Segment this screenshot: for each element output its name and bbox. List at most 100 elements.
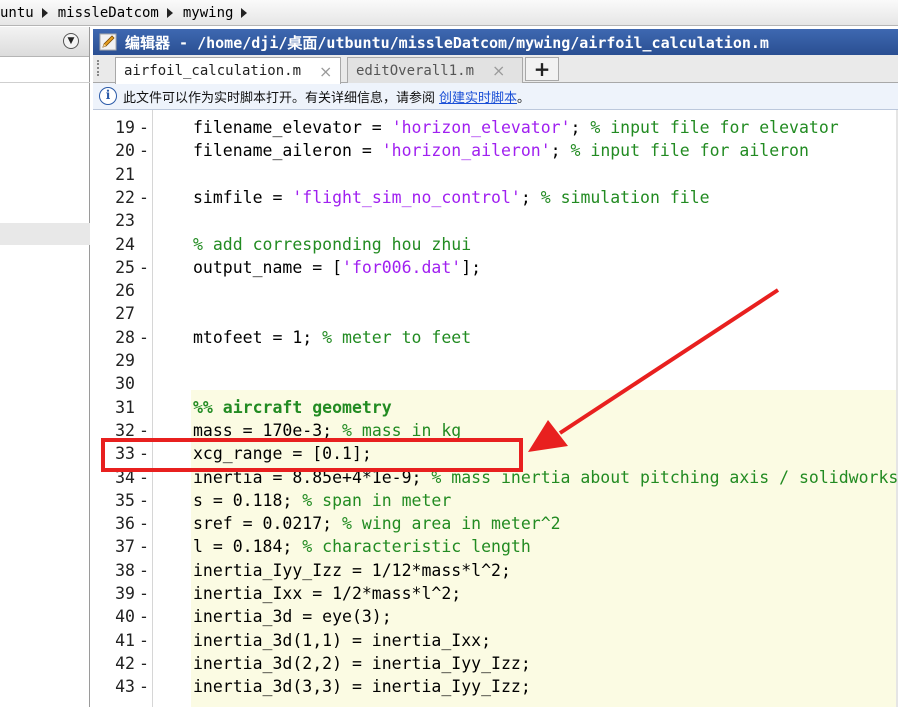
breakpoint-marker[interactable]: - xyxy=(139,489,149,512)
close-icon[interactable]: ⨯ xyxy=(319,62,332,81)
add-tab-button[interactable]: + xyxy=(525,57,559,81)
breadcrumb-item-ubuntu[interactable]: untu xyxy=(0,5,34,21)
create-live-script-link[interactable]: 创建实时脚本 xyxy=(439,87,517,106)
code-area[interactable]: 19- filename_elevator = 'horizon_elevator… xyxy=(93,110,898,707)
code-line[interactable]: 21 xyxy=(93,163,898,186)
code-token: ; xyxy=(570,118,591,137)
tab-edit-overall[interactable]: editOverall1.m ⨯ xyxy=(347,57,523,83)
breakpoint-marker[interactable]: - xyxy=(139,256,149,279)
code-line[interactable]: 42- inertia_3d(2,2) = inertia_Iyy_Izz; xyxy=(93,652,898,675)
code-text: inertia_3d(3,3) = inertia_Iyy_Izz; xyxy=(193,675,531,698)
breakpoint-marker[interactable]: - xyxy=(139,512,149,535)
code-string: 'horizon_aileron' xyxy=(381,141,551,161)
breadcrumb-item-missledatcom[interactable]: missleDatcom xyxy=(58,5,159,21)
line-number: 30 xyxy=(115,374,135,394)
code-token: mtofeet = 1; xyxy=(193,327,323,347)
code-comment: % input file for elevator xyxy=(590,118,839,137)
chevron-down-icon[interactable]: ▼ xyxy=(63,33,79,49)
breakpoint-marker[interactable]: - xyxy=(139,675,149,698)
divider xyxy=(0,82,90,83)
line-number: 20 xyxy=(115,141,135,161)
line-number: 31 xyxy=(115,397,135,417)
line-number: 22 xyxy=(115,187,135,207)
code-line[interactable]: 26 xyxy=(93,279,898,302)
code-token: filename_elevator = xyxy=(193,118,392,137)
code-line[interactable]: 31 %% aircraft geometry xyxy=(93,396,898,419)
line-number: 41 xyxy=(115,630,135,650)
breadcrumb-arrow-icon[interactable] xyxy=(241,7,248,18)
code-line[interactable]: 36- sref = 0.0217; % wing area in meter^2 xyxy=(93,512,898,535)
breakpoint-marker[interactable]: - xyxy=(139,535,149,558)
code-line[interactable]: 29 xyxy=(93,349,898,372)
code-line[interactable]: 43- inertia_3d(3,3) = inertia_Iyy_Izz; xyxy=(93,675,898,698)
line-number: 42 xyxy=(115,653,135,673)
code-line[interactable]: 25- output_name = ['for006.dat']; xyxy=(93,256,898,279)
code-text: inertia_3d = eye(3); xyxy=(193,605,392,628)
code-line[interactable]: 38- inertia_Iyy_Izz = 1/12*mass*l^2; xyxy=(93,559,898,582)
info-suffix: 。 xyxy=(517,90,531,106)
code-text: s = 0.118; % span in meter xyxy=(193,489,451,512)
line-number: 28 xyxy=(115,327,135,347)
selected-file-row[interactable] xyxy=(0,223,90,245)
info-text: 此文件可以作为实时脚本打开。有关详细信息，请参阅 xyxy=(123,90,436,106)
code-token: inertia_Iyy_Izz = 1/12*mass*l^2; xyxy=(193,560,511,580)
code-line[interactable]: 27 xyxy=(93,302,898,325)
code-token: simfile = xyxy=(193,187,293,207)
breakpoint-marker[interactable]: - xyxy=(139,652,149,675)
code-line[interactable]: 19- filename_elevator = 'horizon_elevator… xyxy=(93,116,898,139)
breakpoint-marker[interactable]: - xyxy=(139,559,149,582)
breakpoint-marker[interactable]: - xyxy=(139,629,149,652)
code-text: inertia_3d(2,2) = inertia_Iyy_Izz; xyxy=(193,652,531,675)
code-line[interactable]: 24 % add corresponding hou zhui xyxy=(93,233,898,256)
code-text: filename_elevator = 'horizon_elevator'; … xyxy=(193,116,839,139)
breakpoint-marker[interactable]: - xyxy=(139,326,149,349)
code-text: %% aircraft geometry xyxy=(193,396,392,419)
editor-window: 编辑器 - /home/dji/桌面/utbuntu/missleDatcom/… xyxy=(93,29,898,707)
tab-grip-handle[interactable] xyxy=(97,60,100,76)
line-number: 35 xyxy=(115,490,135,510)
line-number: 29 xyxy=(115,351,135,370)
code-token: output_name = [ xyxy=(193,257,343,277)
code-line[interactable]: 20- filename_aileron = 'horizon_aileron';… xyxy=(93,139,898,162)
line-number: 23 xyxy=(115,211,135,231)
code-token: filename_aileron = xyxy=(193,141,382,161)
code-line[interactable]: 40- inertia_3d = eye(3); xyxy=(93,605,898,628)
line-number: 40 xyxy=(115,607,135,627)
panel-header: ▼ xyxy=(0,27,89,57)
line-number: 43 xyxy=(115,677,135,697)
breadcrumb-item-mywing[interactable]: mywing xyxy=(183,5,234,21)
breakpoint-marker[interactable]: - xyxy=(139,139,149,162)
breakpoint-marker[interactable]: - xyxy=(139,605,149,628)
tab-label: airfoil_calculation.m xyxy=(124,63,302,79)
code-line[interactable]: 37- l = 0.184; % characteristic length xyxy=(93,535,898,558)
code-token: l = 0.184; xyxy=(193,537,303,557)
code-line[interactable]: 23 xyxy=(93,209,898,232)
breakpoint-marker[interactable]: - xyxy=(139,186,149,209)
code-line[interactable]: 35- s = 0.118; % span in meter xyxy=(93,489,898,512)
tab-airfoil-calculation[interactable]: airfoil_calculation.m ⨯ xyxy=(115,57,341,84)
breadcrumb-arrow-icon[interactable] xyxy=(166,7,173,18)
code-token: inertia_3d(1,1) = inertia_Ixx; xyxy=(193,630,492,650)
code-line[interactable]: 22- simfile = 'flight_sim_no_control'; % … xyxy=(93,186,898,209)
code-comment: % add corresponding hou zhui xyxy=(193,234,472,254)
code-comment: % meter to feet xyxy=(322,327,472,347)
line-number: 36 xyxy=(115,514,135,534)
code-line[interactable]: 41- inertia_3d(1,1) = inertia_Ixx; xyxy=(93,629,898,652)
code-line[interactable]: 39- inertia_Ixx = 1/2*mass*l^2; xyxy=(93,582,898,605)
line-number: 37 xyxy=(115,537,135,557)
edit-pencil-icon xyxy=(99,33,117,51)
tab-label: editOverall1.m xyxy=(356,62,475,79)
line-number: 39 xyxy=(115,584,135,603)
close-icon[interactable]: ⨯ xyxy=(492,61,505,80)
breadcrumb-arrow-icon[interactable] xyxy=(41,7,48,18)
breakpoint-marker[interactable]: - xyxy=(139,582,149,605)
line-number: 26 xyxy=(115,281,135,301)
breakpoint-marker[interactable]: - xyxy=(139,116,149,139)
code-text: inertia_3d(1,1) = inertia_Ixx; xyxy=(193,629,491,652)
editor-tab-bar: airfoil_calculation.m ⨯ editOverall1.m ⨯… xyxy=(93,55,898,84)
info-icon: i xyxy=(99,87,117,105)
code-line[interactable]: 30 xyxy=(93,372,898,395)
code-text: output_name = ['for006.dat']; xyxy=(193,256,481,279)
code-line[interactable]: 28- mtofeet = 1; % meter to feet xyxy=(93,326,898,349)
code-comment: % characteristic length xyxy=(302,537,531,557)
